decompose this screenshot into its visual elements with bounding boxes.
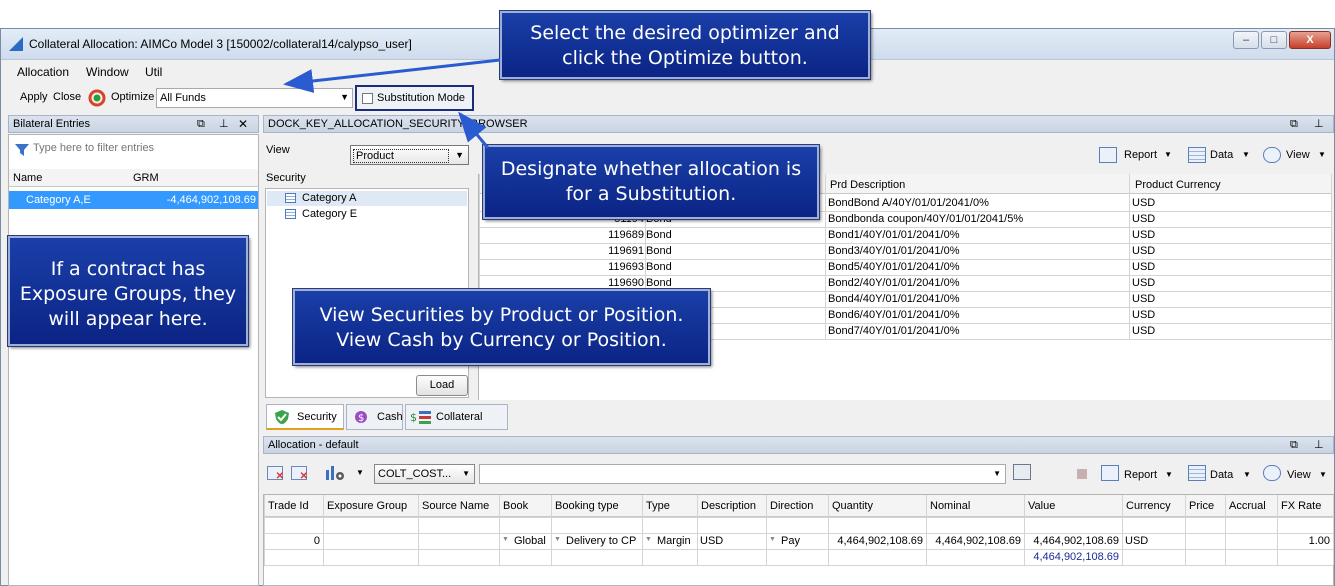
callout-arrows <box>283 58 501 149</box>
arrow-to-toolbar <box>283 58 501 93</box>
arrow-to-substitution <box>458 111 490 149</box>
